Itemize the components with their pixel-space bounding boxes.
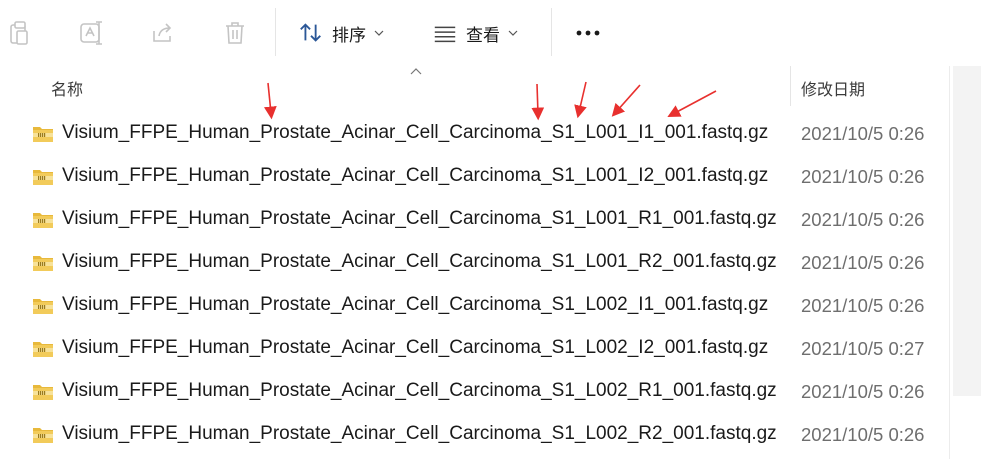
file-modified-date: 2021/10/5 0:26	[801, 166, 925, 187]
list-edge	[949, 66, 950, 459]
toolbar-divider	[275, 8, 276, 56]
file-modified-date: 2021/10/5 0:26	[801, 295, 925, 316]
file-name: Visium_FFPE_Human_Prostate_Acinar_Cell_C…	[62, 294, 769, 315]
command-bar: 排序 查看	[0, 0, 981, 66]
file-row[interactable]: Visium_FFPE_Human_Prostate_Acinar_Cell_C…	[0, 155, 950, 198]
sort-ascending-icon	[410, 68, 422, 75]
file-modified-date: 2021/10/5 0:26	[801, 252, 925, 273]
column-name-header[interactable]: 名称	[51, 76, 83, 100]
zip-archive-icon	[33, 213, 53, 228]
zip-archive-icon	[33, 256, 53, 271]
file-row[interactable]: Visium_FFPE_Human_Prostate_Acinar_Cell_C…	[0, 284, 950, 327]
sort-icon	[300, 23, 321, 42]
chevron-down-icon	[508, 30, 518, 36]
file-row[interactable]: Visium_FFPE_Human_Prostate_Acinar_Cell_C…	[0, 112, 950, 155]
zip-archive-icon	[33, 342, 53, 357]
view-list-icon	[434, 26, 456, 43]
file-row[interactable]: Visium_FFPE_Human_Prostate_Acinar_Cell_C…	[0, 198, 950, 241]
file-name: Visium_FFPE_Human_Prostate_Acinar_Cell_C…	[62, 122, 769, 143]
file-name: Visium_FFPE_Human_Prostate_Acinar_Cell_C…	[62, 337, 769, 358]
column-header: 名称 修改日期	[0, 66, 981, 108]
zip-archive-icon	[33, 299, 53, 314]
delete-button[interactable]	[220, 14, 250, 52]
file-name: Visium_FFPE_Human_Prostate_Acinar_Cell_C…	[62, 423, 777, 444]
file-row[interactable]: Visium_FFPE_Human_Prostate_Acinar_Cell_C…	[0, 413, 950, 456]
file-name: Visium_FFPE_Human_Prostate_Acinar_Cell_C…	[62, 208, 777, 229]
more-icon	[576, 30, 600, 36]
zip-archive-icon	[33, 428, 53, 443]
view-button[interactable]: 查看	[432, 14, 532, 52]
file-row[interactable]: Visium_FFPE_Human_Prostate_Acinar_Cell_C…	[0, 327, 950, 370]
file-modified-date: 2021/10/5 0:26	[801, 381, 925, 402]
file-modified-date: 2021/10/5 0:26	[801, 209, 925, 230]
zip-archive-icon	[33, 170, 53, 185]
view-label: 查看	[466, 25, 500, 46]
column-date-header[interactable]: 修改日期	[801, 76, 865, 100]
vertical-scrollbar[interactable]	[953, 66, 981, 396]
file-list: Visium_FFPE_Human_Prostate_Acinar_Cell_C…	[0, 112, 950, 456]
zip-archive-icon	[33, 127, 53, 142]
rename-icon	[80, 21, 102, 45]
trash-icon	[226, 22, 244, 44]
chevron-down-icon	[374, 30, 384, 36]
file-row[interactable]: Visium_FFPE_Human_Prostate_Acinar_Cell_C…	[0, 370, 950, 413]
file-row[interactable]: Visium_FFPE_Human_Prostate_Acinar_Cell_C…	[0, 241, 950, 284]
file-modified-date: 2021/10/5 0:26	[801, 123, 925, 144]
share-icon	[153, 23, 172, 42]
zip-archive-icon	[33, 385, 53, 400]
toolbar-divider	[551, 8, 552, 56]
more-button[interactable]	[570, 14, 606, 52]
file-modified-date: 2021/10/5 0:27	[801, 338, 925, 359]
file-modified-date: 2021/10/5 0:26	[801, 424, 925, 445]
copy-button[interactable]	[4, 14, 34, 52]
rename-button[interactable]	[76, 14, 106, 52]
sort-button[interactable]: 排序	[298, 14, 398, 52]
share-button[interactable]	[148, 14, 178, 52]
clipboard-icon	[10, 21, 28, 45]
file-explorer-window: 排序 查看 名称 修改日期 Visium_FFPE_Human_Prostate…	[0, 0, 981, 459]
sort-label: 排序	[332, 25, 366, 46]
file-name: Visium_FFPE_Human_Prostate_Acinar_Cell_C…	[62, 165, 769, 186]
file-name: Visium_FFPE_Human_Prostate_Acinar_Cell_C…	[62, 251, 777, 272]
column-divider[interactable]	[790, 66, 791, 106]
file-name: Visium_FFPE_Human_Prostate_Acinar_Cell_C…	[62, 380, 777, 401]
